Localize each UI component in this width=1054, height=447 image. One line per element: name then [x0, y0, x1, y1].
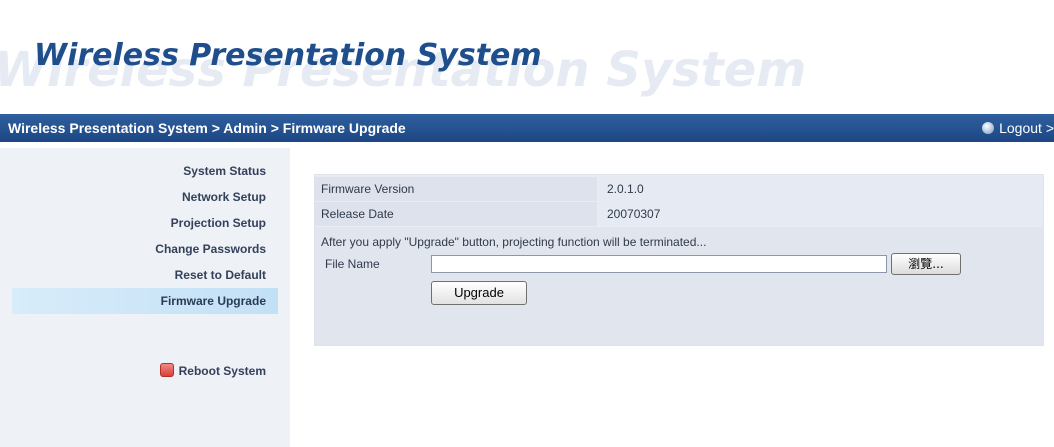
- sidebar-item-label: Projection Setup: [170, 216, 266, 230]
- sidebar-item-projection-setup[interactable]: Projection Setup: [12, 210, 278, 236]
- sidebar-item-label: Firmware Upgrade: [160, 294, 266, 308]
- nav-bar: Wireless Presentation System > Admin > F…: [0, 114, 1054, 142]
- sidebar-item-label: Network Setup: [181, 190, 266, 204]
- file-name-label: File Name: [325, 257, 380, 271]
- reboot-label: Reboot System: [178, 364, 266, 378]
- firmware-panel: Firmware Version 2.0.1.0 Release Date 20…: [314, 174, 1044, 346]
- reboot-system-button[interactable]: Reboot System: [12, 358, 278, 384]
- sidebar-item-firmware-upgrade[interactable]: Firmware Upgrade: [12, 288, 278, 314]
- logout-link[interactable]: Logout >: [982, 120, 1054, 136]
- upgrade-form: After you apply "Upgrade" button, projec…: [315, 227, 1043, 345]
- logout-icon: [982, 122, 995, 134]
- upgrade-button[interactable]: Upgrade: [431, 281, 527, 305]
- sidebar-item-change-passwords[interactable]: Change Passwords: [12, 236, 278, 262]
- page: Wireless Presentation System Wireless Pr…: [0, 0, 1054, 447]
- sidebar-item-label: System Status: [183, 164, 266, 178]
- header: Wireless Presentation System Wireless Pr…: [0, 0, 1054, 114]
- upgrade-warning-text: After you apply "Upgrade" button, projec…: [321, 235, 707, 249]
- release-date-label: Release Date: [315, 202, 597, 226]
- sidebar-item-label: Reset to Default: [174, 268, 266, 282]
- file-name-input[interactable]: [431, 255, 887, 273]
- page-title: Wireless Presentation System: [34, 38, 542, 73]
- release-date-value: 20070307: [599, 202, 1043, 226]
- sidebar-item-system-status[interactable]: System Status: [12, 158, 278, 184]
- firmware-version-row: Firmware Version 2.0.1.0: [315, 177, 1043, 201]
- release-date-row: Release Date 20070307: [315, 202, 1043, 226]
- sidebar-item-label: Change Passwords: [155, 242, 266, 256]
- sidebar-item-network-setup[interactable]: Network Setup: [12, 184, 278, 210]
- browse-button[interactable]: 瀏覽...: [891, 253, 961, 275]
- reboot-icon: [159, 363, 174, 377]
- sidebar: System Status Network Setup Projection S…: [0, 148, 290, 447]
- breadcrumb: Wireless Presentation System > Admin > F…: [8, 120, 406, 136]
- firmware-version-value: 2.0.1.0: [599, 177, 1043, 201]
- sidebar-item-reset-to-default[interactable]: Reset to Default: [12, 262, 278, 288]
- logout-label: Logout >: [999, 120, 1054, 136]
- firmware-version-label: Firmware Version: [315, 177, 597, 201]
